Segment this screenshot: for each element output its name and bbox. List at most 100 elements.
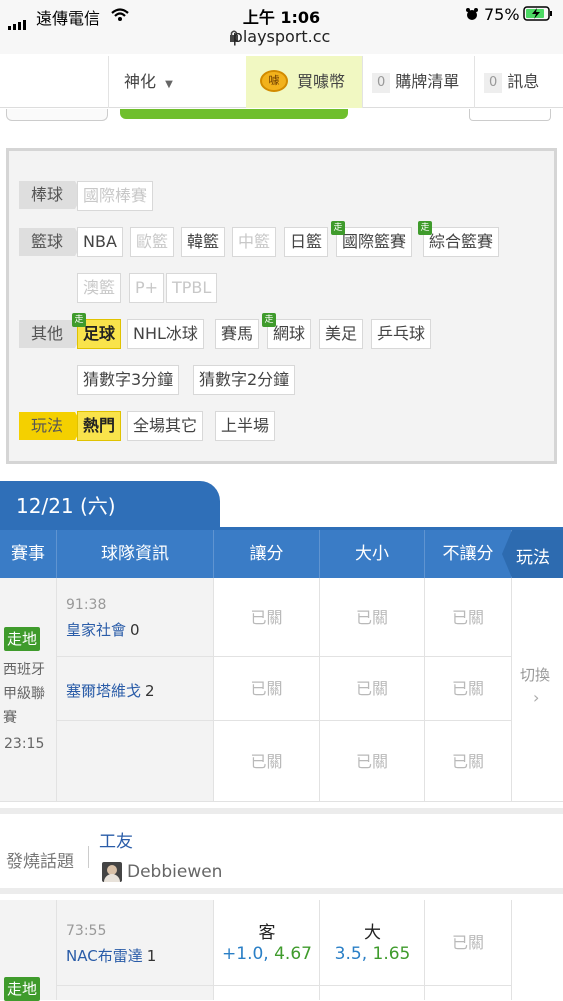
odds-cell-moneyline-2: 已關 xyxy=(425,657,512,721)
live-badge: 走地 xyxy=(4,627,40,651)
col-total: 大小 xyxy=(320,530,425,578)
buy-coins-button[interactable]: 噱 買噱幣 xyxy=(246,56,362,108)
odds-cell-spread-3: 已關 xyxy=(214,721,320,802)
event-info-cell: 走地 西班牙甲級聯賽 23:15 xyxy=(0,578,57,802)
chip-american-football[interactable]: 美足 xyxy=(319,319,364,349)
chip-table-tennis[interactable]: 乒乓球 xyxy=(371,319,432,349)
start-time: 23:15 xyxy=(4,736,45,752)
odds-cell-spread-m2b xyxy=(214,986,320,1000)
chip-euro-basketball[interactable]: 歐籃 xyxy=(130,227,175,257)
switch-play-cell[interactable]: 切換 › xyxy=(512,578,563,802)
live-badge: 走 xyxy=(262,313,276,327)
promo-banner-fragment[interactable] xyxy=(120,109,348,119)
chip-japan-basketball[interactable]: 日籃 xyxy=(284,227,329,257)
team-name-home[interactable]: 皇家社會 0 xyxy=(66,619,140,640)
chip-label: 綜合籃賽 xyxy=(429,232,494,251)
hot-topic-label: 發燒話題 xyxy=(6,852,74,872)
odds-cell-total-m2[interactable]: 大 3.5, 1.65 xyxy=(320,900,425,986)
team-row-home xyxy=(57,578,214,657)
messages-button[interactable]: 0 訊息 xyxy=(484,56,539,108)
avatar xyxy=(102,862,122,882)
chip-nba[interactable]: NBA xyxy=(77,227,123,257)
switch-label: 切換 xyxy=(520,666,551,684)
match-clock-2: 73:55 xyxy=(66,923,107,939)
odds-cell-moneyline-m2b xyxy=(425,986,512,1000)
odds-cell-moneyline-3: 已關 xyxy=(425,721,512,802)
odds-cell-spread-2: 已關 xyxy=(214,657,320,721)
team-name: 皇家社會 xyxy=(66,621,127,639)
chip-hot[interactable]: 熱門 xyxy=(77,411,122,441)
odds-cell-spread-m2[interactable]: 客 +1.0, 4.67 xyxy=(214,900,320,986)
spread-line: +1.0 xyxy=(222,944,264,964)
hot-topic-title[interactable]: 工友 xyxy=(99,827,133,852)
divider xyxy=(88,846,89,868)
hot-topic-bar: 發燒話題 工友 Debbiewen xyxy=(0,808,563,894)
chip-intl-baseball[interactable]: 國際棒賽 xyxy=(77,181,154,211)
play-type-label: 玩法 xyxy=(516,548,550,568)
chip-full-game-other[interactable]: 全場其它 xyxy=(127,411,204,441)
col-spread: 讓分 xyxy=(214,530,320,578)
chip-label: 日籃 xyxy=(290,232,323,251)
category-basketball[interactable]: 籃球 xyxy=(19,228,83,256)
chip-china-basketball[interactable]: 中籃 xyxy=(232,227,277,257)
event-info-cell-2: 走地 xyxy=(0,900,57,1001)
page-url[interactable]: playsport.cc xyxy=(0,27,563,46)
category-baseball[interactable]: 棒球 xyxy=(19,181,83,209)
purchase-list-label: 購牌清單 xyxy=(395,72,460,91)
category-other[interactable]: 其他 xyxy=(19,320,83,348)
hot-topic-author[interactable]: Debbiewen xyxy=(127,862,222,882)
total-price: 1.65 xyxy=(372,944,411,964)
odds-cell-moneyline-m2: 已關 xyxy=(425,900,512,986)
chip-soccer[interactable]: 走足球 xyxy=(72,313,122,349)
table-header: 賽事 球隊資訊 讓分 大小 不讓分 xyxy=(0,530,563,578)
team-name: 塞爾塔維戈 xyxy=(66,682,142,700)
spread-side: 客 xyxy=(258,923,276,943)
col-team-info: 球隊資訊 xyxy=(57,530,214,578)
spread-odds: +1.0, 4.67 xyxy=(222,944,312,964)
odds-cell-total-m2b xyxy=(320,986,425,1000)
alarm-icon xyxy=(466,8,478,20)
chip-label: 網球 xyxy=(273,324,306,343)
chip-guess-2min[interactable]: 猜數字2分鐘 xyxy=(193,365,296,395)
top-nav: 神化 ▼ 噱 買噱幣 0 購牌清單 0 訊息 xyxy=(0,56,563,108)
chip-tennis[interactable]: 走網球 xyxy=(262,313,312,349)
user-name: 神化 xyxy=(124,72,157,91)
user-menu[interactable]: 神化 ▼ xyxy=(124,56,173,108)
chip-intl-basketball[interactable]: 走國際籃賽 xyxy=(331,221,413,257)
chip-korea-basketball[interactable]: 韓籃 xyxy=(181,227,226,257)
chip-australia-basketball[interactable]: 澳籃 xyxy=(77,273,122,303)
chip-tpbl[interactable]: TPBL xyxy=(166,273,218,303)
team-name-away[interactable]: 塞爾塔維戈 2 xyxy=(66,680,155,701)
team-score: 2 xyxy=(145,682,155,700)
col-moneyline: 不讓分 xyxy=(425,530,512,578)
chip-nhl[interactable]: NHL冰球 xyxy=(127,319,204,349)
rules-button-fragment[interactable] xyxy=(469,109,551,121)
total-side: 大 xyxy=(364,923,381,943)
team-row-away-2 xyxy=(57,986,214,1000)
chip-horse-racing[interactable]: 賽馬 xyxy=(215,319,260,349)
banner-fragment xyxy=(6,109,108,121)
battery-percent: 75% xyxy=(484,5,520,24)
chip-mixed-basketball[interactable]: 走綜合籃賽 xyxy=(418,221,500,257)
caret-down-icon: ▼ xyxy=(165,79,173,90)
team-row-home-2 xyxy=(57,900,214,986)
col-event: 賽事 xyxy=(0,530,57,578)
coin-icon: 噱 xyxy=(260,70,288,92)
chip-first-half[interactable]: 上半場 xyxy=(215,411,276,441)
play-type-tab[interactable]: 玩法 xyxy=(502,530,563,578)
team-name-2[interactable]: NAC布雷達 1 xyxy=(66,945,156,966)
sport-filter-panel: 棒球 國際棒賽 籃球 NBA 歐籃 韓籃 中籃 日籃 走國際籃賽 走綜合籃賽 澳… xyxy=(6,148,557,464)
total-odds: 3.5, 1.65 xyxy=(334,944,411,964)
live-badge: 走 xyxy=(331,221,345,235)
purchase-list-count: 0 xyxy=(372,73,391,93)
category-play-type[interactable]: 玩法 xyxy=(19,412,83,440)
match-clock: 91:38 xyxy=(66,597,107,613)
chip-p-plus[interactable]: P+ xyxy=(129,273,165,303)
messages-label: 訊息 xyxy=(507,72,540,91)
status-bar: 遠傳電信 上午 1:06 playsport.cc 75% xyxy=(0,0,563,54)
chip-guess-3min[interactable]: 猜數字3分鐘 xyxy=(77,365,180,395)
battery-charging-icon xyxy=(523,6,552,21)
switch-play-cell-2[interactable] xyxy=(512,900,563,1000)
purchase-list-button[interactable]: 0 購牌清單 xyxy=(372,56,459,108)
odds-cell-total-2: 已關 xyxy=(320,657,425,721)
